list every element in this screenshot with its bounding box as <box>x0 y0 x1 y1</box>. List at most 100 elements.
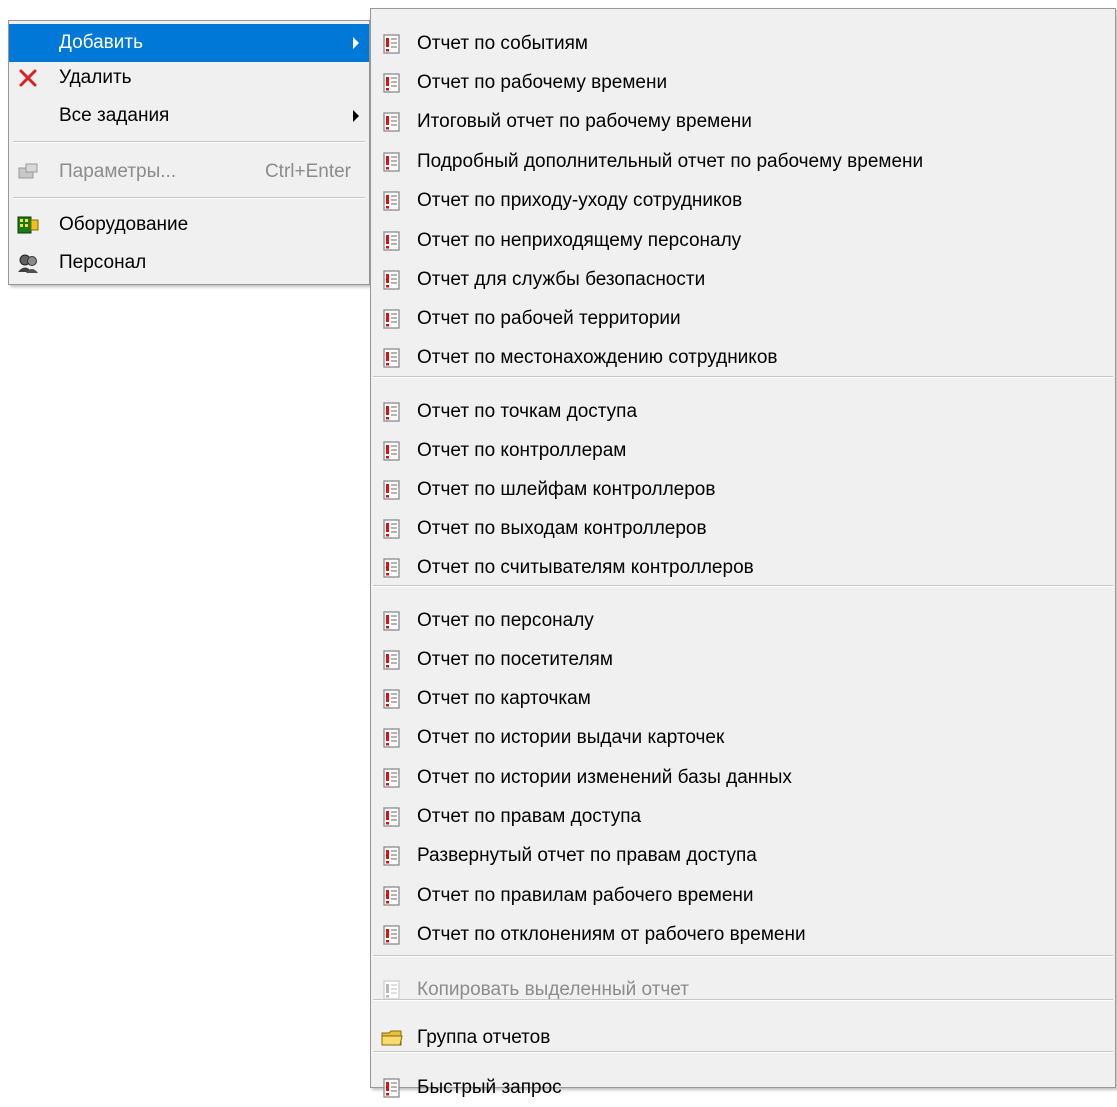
report-icon <box>381 308 403 330</box>
report-icon <box>381 924 403 946</box>
report-icon <box>381 151 403 173</box>
submenu-arrow-icon <box>353 110 359 122</box>
menu-item-parameters[interactable]: Параметры... Ctrl+Enter <box>9 153 369 191</box>
menu-item-delete[interactable]: Удалить <box>9 59 369 97</box>
submenu-item-отчет-для-службы-безопасности[interactable]: Отчет для службы безопасности <box>371 261 1115 299</box>
report-icon <box>381 1077 403 1099</box>
report-icon <box>381 440 403 462</box>
report-icon <box>381 557 403 579</box>
report-icon <box>381 33 403 55</box>
submenu-item-label: Отчет по истории изменений базы данных <box>417 767 792 788</box>
submenu-item-label: Группа отчетов <box>417 1027 551 1048</box>
context-menu: Добавить Удалить Все задания Параметры..… <box>8 20 370 285</box>
menu-item-all-tasks[interactable]: Все задания <box>9 97 369 135</box>
submenu-item-label: Отчет по правам доступа <box>417 806 642 827</box>
report-icon <box>381 190 403 212</box>
submenu-item-отчет-по-шлейфам-контроллеров[interactable]: Отчет по шлейфам контроллеров <box>371 471 1115 509</box>
report-icon <box>381 610 403 632</box>
menu-separator <box>373 999 1113 1001</box>
menu-item-add[interactable]: Добавить <box>9 24 369 62</box>
submenu-item-копировать-выделенный-отчет[interactable]: Копировать выделенный отчет <box>371 971 1115 1009</box>
submenu-item-развернутый-отчет-по-правам-доступа[interactable]: Развернутый отчет по правам доступа <box>371 837 1115 875</box>
menu-separator <box>373 955 1113 957</box>
submenu-item-отчет-по-неприходящему-персоналу[interactable]: Отчет по неприходящему персоналу <box>371 222 1115 260</box>
submenu-item-отчет-по-правилам-рабочего-времени[interactable]: Отчет по правилам рабочего времени <box>371 877 1115 915</box>
submenu-item-label: Отчет по выходам контроллеров <box>417 518 707 539</box>
submenu-item-label: Отчет по посетителям <box>417 649 613 670</box>
report-icon <box>381 347 403 369</box>
report-icon <box>381 111 403 133</box>
menu-item-shortcut: Ctrl+Enter <box>264 161 351 182</box>
report-icon <box>381 518 403 540</box>
menu-item-equipment[interactable]: Оборудование <box>9 206 369 244</box>
submenu-item-label: Копировать выделенный отчет <box>417 979 689 1000</box>
submenu-item-label: Отчет по рабочей территории <box>417 308 681 329</box>
submenu-item-label: Итоговый отчет по рабочему времени <box>417 111 752 132</box>
submenu-item-label: Отчет по отклонениям от рабочего времени <box>417 924 806 945</box>
report-icon <box>381 806 403 828</box>
submenu-item-label: Отчет по считывателям контроллеров <box>417 557 754 578</box>
submenu-item-отчет-по-истории-выдачи-карточек[interactable]: Отчет по истории выдачи карточек <box>371 719 1115 757</box>
submenu-item-отчет-по-истории-изменений-базы-данных[interactable]: Отчет по истории изменений базы данных <box>371 759 1115 797</box>
report-icon <box>381 401 403 423</box>
submenu-item-отчет-по-посетителям[interactable]: Отчет по посетителям <box>371 641 1115 679</box>
report-icon <box>381 479 403 501</box>
report-icon <box>381 979 403 1001</box>
submenu-arrow-icon <box>353 37 359 49</box>
menu-item-label: Оборудование <box>59 214 189 235</box>
menu-separator <box>13 141 365 143</box>
submenu-item-отчет-по-событиям[interactable]: Отчет по событиям <box>371 25 1115 63</box>
submenu-item-подробный-дополнительный-отчет-по-рабочему-времени[interactable]: Подробный дополнительный отчет по рабоче… <box>371 143 1115 181</box>
submenu-item-label: Отчет по местонахождению сотрудников <box>417 347 778 368</box>
submenu-item-label: Подробный дополнительный отчет по рабоче… <box>417 151 924 172</box>
report-icon <box>381 845 403 867</box>
add-submenu: Отчет по событиям Отчет по рабочему време… <box>370 8 1116 1098</box>
submenu-item-отчет-по-точкам-доступа[interactable]: Отчет по точкам доступа <box>371 393 1115 431</box>
submenu-item-отчет-по-отклонениям-от-рабочего-времени[interactable]: Отчет по отклонениям от рабочего времени <box>371 916 1115 954</box>
submenu-item-отчет-по-приходу-уходу-сотрудников[interactable]: Отчет по приходу-уходу сотрудников <box>371 182 1115 220</box>
report-icon <box>381 649 403 671</box>
red-x-icon <box>17 67 39 89</box>
properties-icon <box>17 161 39 183</box>
submenu-item-label: Отчет по неприходящему персоналу <box>417 230 742 251</box>
report-icon <box>381 688 403 710</box>
menu-separator <box>373 1051 1113 1053</box>
report-icon <box>381 885 403 907</box>
menu-item-personnel[interactable]: Персонал <box>9 244 369 282</box>
submenu-item-итоговый-отчет-по-рабочему-времени[interactable]: Итоговый отчет по рабочему времени <box>371 103 1115 141</box>
menu-item-label: Персонал <box>59 252 147 273</box>
report-icon <box>381 727 403 749</box>
submenu-item-label: Отчет по истории выдачи карточек <box>417 727 725 748</box>
submenu-item-отчет-по-местонахождению-сотрудников[interactable]: Отчет по местонахождению сотрудников <box>371 339 1115 377</box>
submenu-item-label: Отчет по шлейфам контроллеров <box>417 479 716 500</box>
submenu-item-отчет-по-считывателям-контроллеров[interactable]: Отчет по считывателям контроллеров <box>371 549 1115 587</box>
submenu-item-label: Отчет по правилам рабочего времени <box>417 885 754 906</box>
report-icon <box>381 767 403 789</box>
submenu-item-отчет-по-выходам-контроллеров[interactable]: Отчет по выходам контроллеров <box>371 510 1115 548</box>
submenu-item-label: Отчет по приходу-уходу сотрудников <box>417 190 743 211</box>
submenu-item-отчет-по-контроллерам[interactable]: Отчет по контроллерам <box>371 432 1115 470</box>
submenu-item-label: Быстрый запрос <box>417 1077 562 1098</box>
submenu-item-отчет-по-рабочей-территории[interactable]: Отчет по рабочей территории <box>371 300 1115 338</box>
menu-item-label: Параметры... <box>59 161 177 182</box>
menu-separator <box>373 585 1113 587</box>
report-icon <box>381 269 403 291</box>
submenu-item-отчет-по-карточкам[interactable]: Отчет по карточкам <box>371 680 1115 718</box>
submenu-item-label: Отчет по рабочему времени <box>417 72 668 93</box>
menu-separator <box>13 197 365 199</box>
submenu-item-отчет-по-рабочему-времени[interactable]: Отчет по рабочему времени <box>371 64 1115 102</box>
submenu-item-отчет-по-правам-доступа[interactable]: Отчет по правам доступа <box>371 798 1115 836</box>
menu-item-label: Все задания <box>59 105 170 126</box>
submenu-item-label: Отчет по персоналу <box>417 610 594 631</box>
report-icon <box>381 230 403 252</box>
submenu-item-отчет-по-персоналу[interactable]: Отчет по персоналу <box>371 602 1115 640</box>
menu-item-label: Удалить <box>59 67 132 88</box>
submenu-item-label: Развернутый отчет по правам доступа <box>417 845 757 866</box>
submenu-item-label: Отчет по контроллерам <box>417 440 627 461</box>
report-icon <box>381 72 403 94</box>
equipment-icon <box>17 214 39 236</box>
menu-item-label: Добавить <box>59 32 143 53</box>
folder-icon <box>381 1027 403 1049</box>
submenu-item-быстрый-запрос[interactable]: Быстрый запрос <box>371 1069 1115 1107</box>
submenu-item-label: Отчет по точкам доступа <box>417 401 638 422</box>
